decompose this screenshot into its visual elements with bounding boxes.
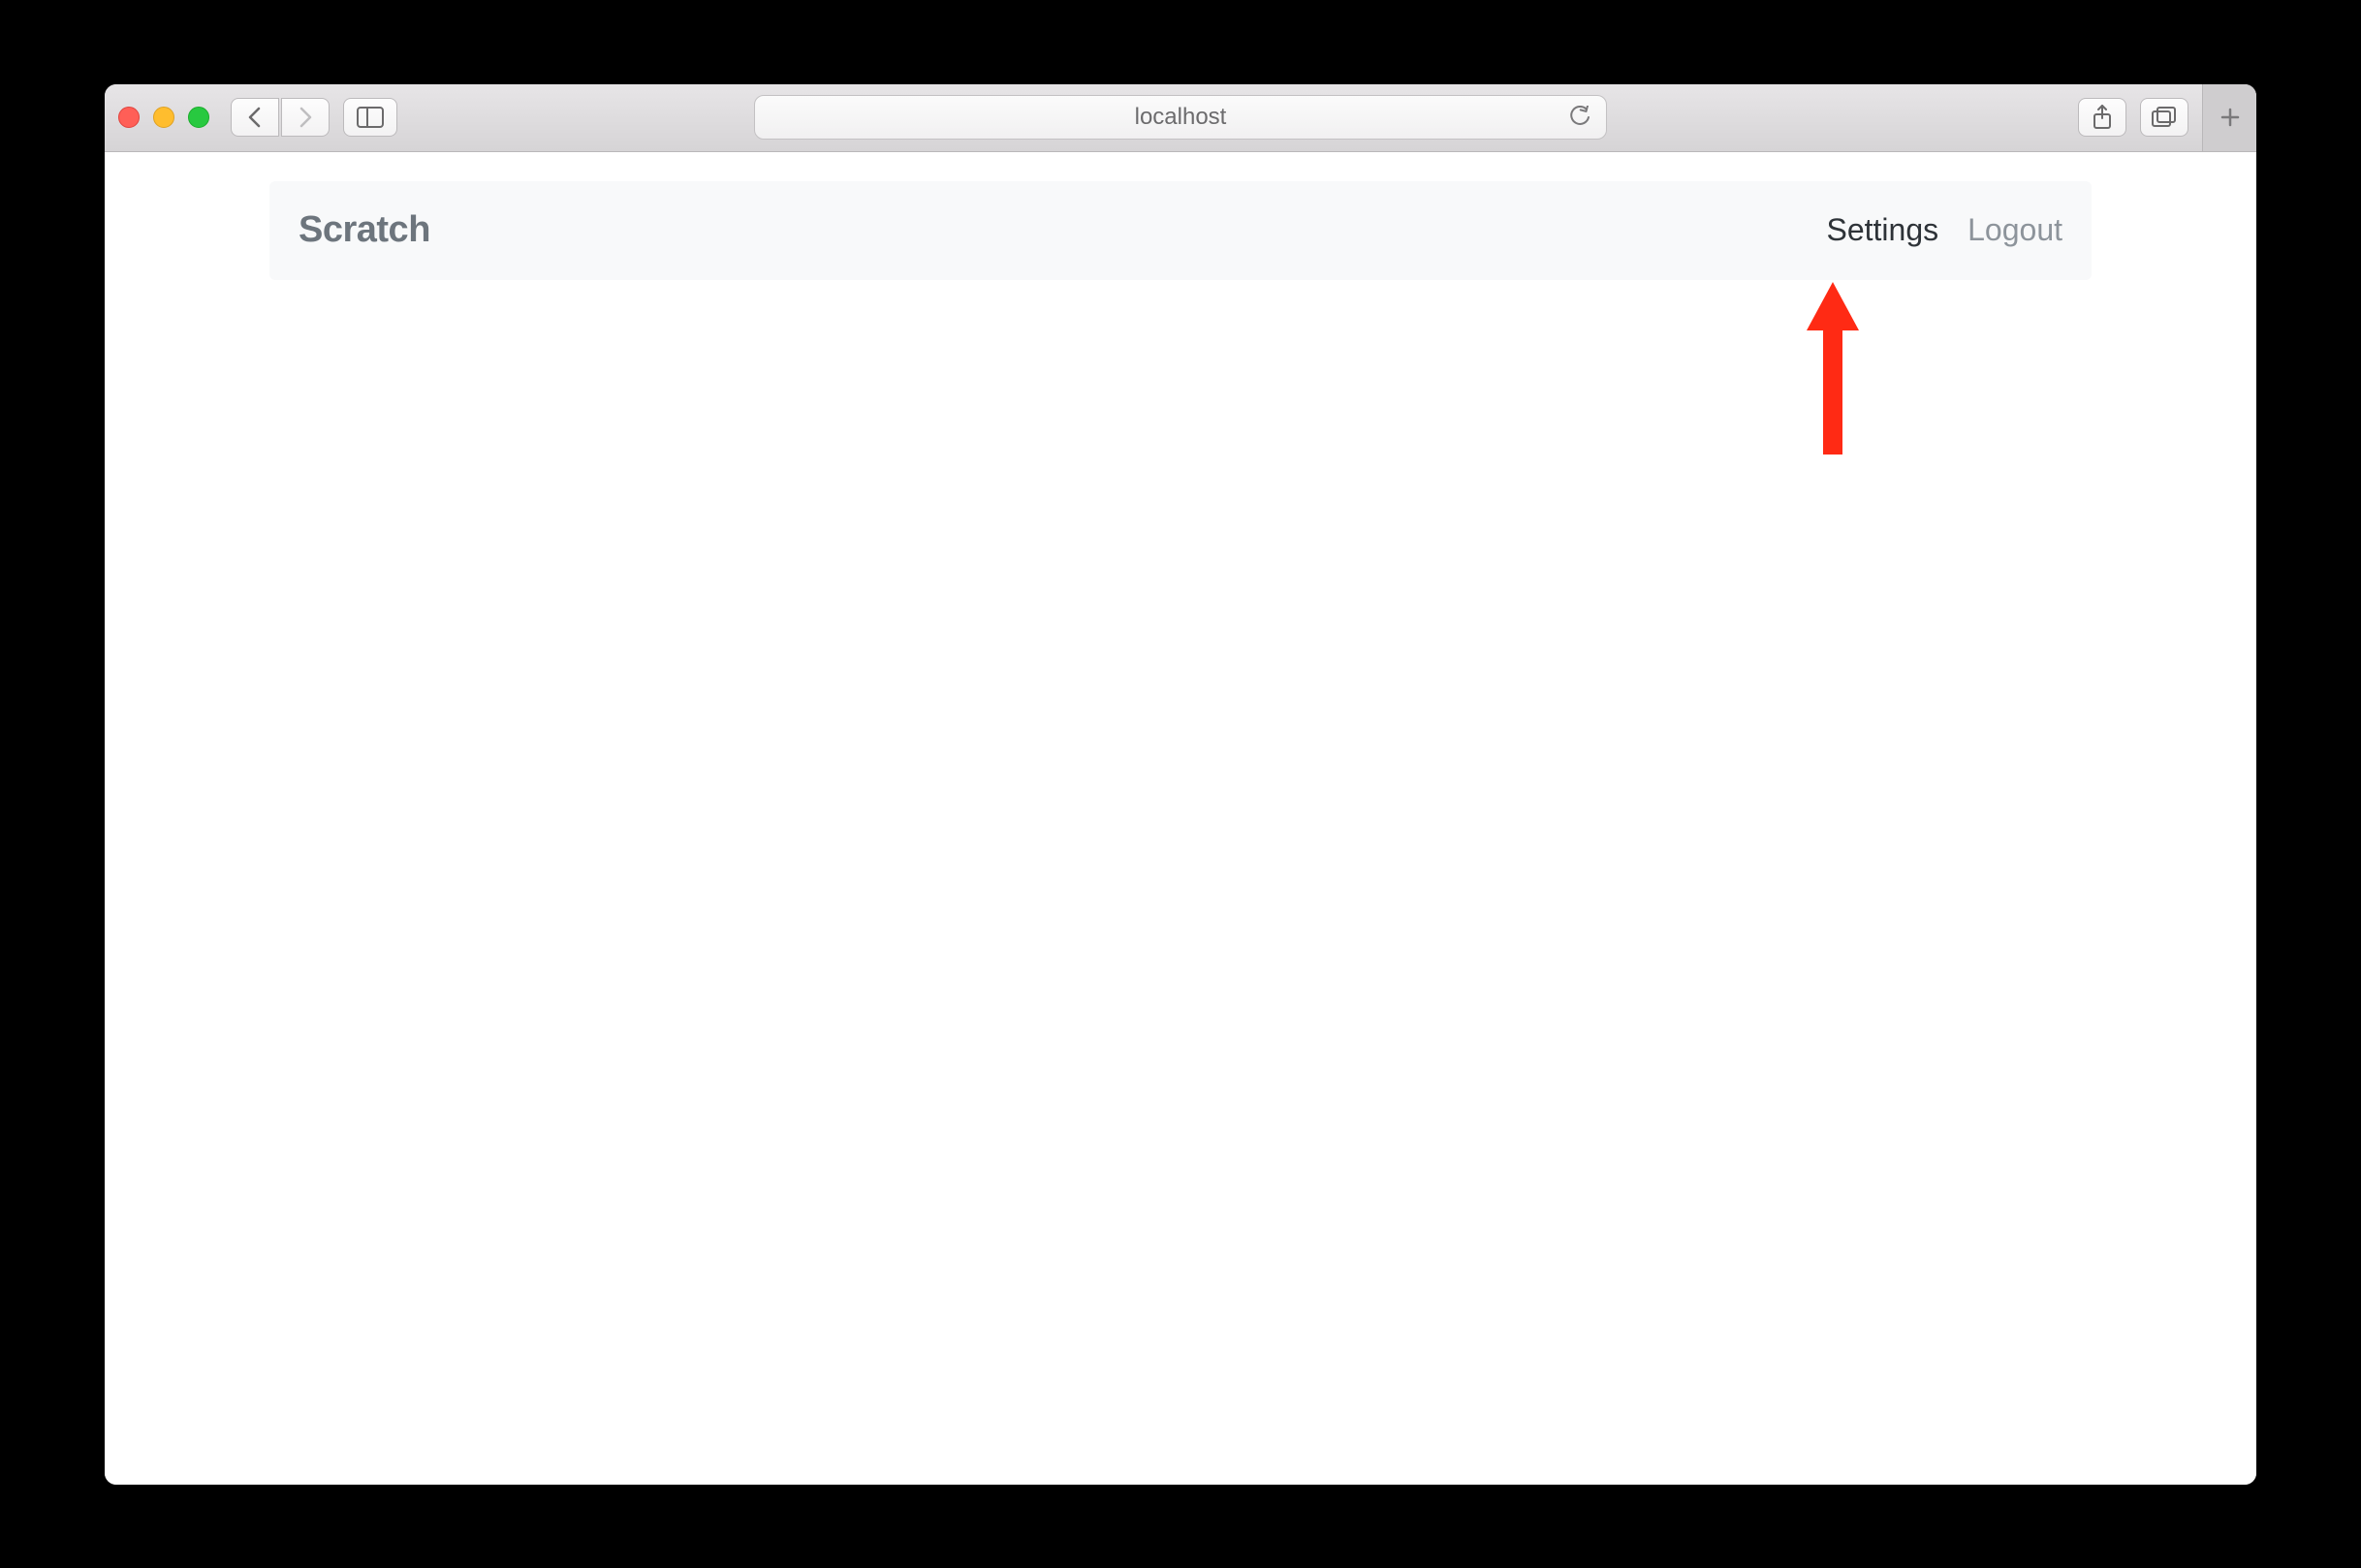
toolbar-right bbox=[2078, 84, 2243, 152]
page-content: Scratch Settings Logout bbox=[105, 152, 2256, 1485]
chevron-right-icon bbox=[297, 107, 314, 128]
nav-link-settings[interactable]: Settings bbox=[1827, 212, 1939, 248]
nav-buttons bbox=[231, 98, 330, 137]
sidebar-toggle-button[interactable] bbox=[343, 98, 397, 137]
share-icon bbox=[2092, 105, 2113, 130]
chevron-left-icon bbox=[246, 107, 264, 128]
forward-button[interactable] bbox=[281, 98, 330, 137]
tabs-overview-button[interactable] bbox=[2140, 98, 2188, 137]
annotation-arrow bbox=[1804, 282, 1862, 456]
back-button[interactable] bbox=[231, 98, 279, 137]
plus-icon bbox=[2219, 106, 2242, 129]
tabs-icon bbox=[2152, 107, 2177, 128]
browser-window: localhost bbox=[105, 84, 2256, 1485]
sidebar-icon bbox=[357, 107, 384, 128]
share-button[interactable] bbox=[2078, 98, 2126, 137]
app-navbar: Scratch Settings Logout bbox=[269, 181, 2092, 280]
address-bar[interactable]: localhost bbox=[754, 95, 1607, 140]
reload-icon bbox=[1569, 106, 1590, 129]
minimize-window-button[interactable] bbox=[153, 107, 174, 128]
nav-links: Settings Logout bbox=[1827, 212, 2063, 248]
new-tab-button[interactable] bbox=[2202, 84, 2256, 152]
nav-link-logout[interactable]: Logout bbox=[1968, 212, 2062, 248]
reload-button[interactable] bbox=[1569, 106, 1590, 129]
close-window-button[interactable] bbox=[118, 107, 140, 128]
brand-title[interactable]: Scratch bbox=[299, 209, 430, 251]
window-controls bbox=[118, 107, 209, 128]
maximize-window-button[interactable] bbox=[188, 107, 209, 128]
address-text: localhost bbox=[1135, 104, 1227, 131]
arrow-up-icon bbox=[1804, 282, 1862, 456]
browser-toolbar: localhost bbox=[105, 84, 2256, 152]
